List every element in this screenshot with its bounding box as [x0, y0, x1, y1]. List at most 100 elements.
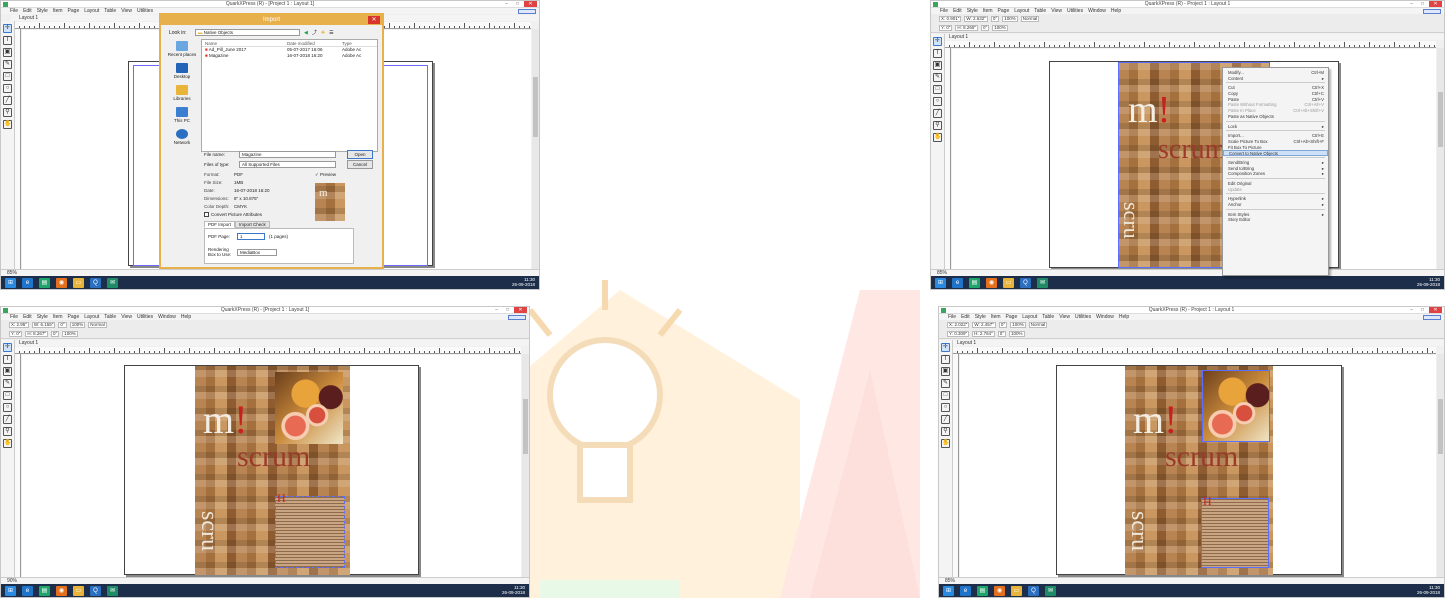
menu-edit[interactable]: Edit	[23, 8, 32, 14]
open-button[interactable]: Open	[347, 150, 373, 159]
pan-icon[interactable]: ✋	[933, 133, 942, 142]
clock[interactable]: 11:30 26-09-2018	[1417, 277, 1440, 287]
document-page[interactable]: m! scrum scru H	[124, 365, 419, 575]
scale-field[interactable]: 100%	[1002, 16, 1018, 22]
w-field[interactable]: W: 6.155"	[31, 322, 56, 328]
item-tool-icon[interactable]: ✛	[941, 343, 950, 352]
place-recent[interactable]: Recent places	[167, 41, 197, 57]
tab-pdf-import[interactable]: PDF Import	[204, 221, 236, 228]
clock[interactable]: 11:30 26-09-2018	[512, 277, 535, 287]
store-icon[interactable]: ▤	[969, 277, 980, 288]
cancel-button[interactable]: Cancel	[347, 160, 373, 169]
pan-icon[interactable]: ✋	[941, 439, 950, 448]
vertical-scrollbar[interactable]	[1437, 48, 1444, 269]
close-button[interactable]: ✕	[1429, 307, 1442, 313]
angle-field[interactable]: 0°	[990, 16, 1000, 22]
place-libraries[interactable]: Libraries	[167, 85, 197, 101]
minimize-button[interactable]: –	[1407, 1, 1416, 7]
vertical-scrollbar[interactable]	[1437, 354, 1444, 577]
maximize-button[interactable]: □	[513, 1, 522, 7]
close-button[interactable]: ✕	[524, 1, 537, 7]
menu-page[interactable]: Page	[68, 8, 80, 14]
windows-start-icon[interactable]: ⊞	[935, 277, 946, 288]
zoom-icon[interactable]: ⚲	[3, 108, 12, 117]
h-field[interactable]: H: 8.267"	[25, 331, 48, 337]
context-menu-item[interactable]: Content ▸	[1223, 76, 1328, 82]
context-menu-item[interactable]: Anchor ▸	[1223, 202, 1328, 208]
pen-tool-icon[interactable]: ✎	[3, 379, 12, 388]
oval-icon[interactable]: ○	[3, 403, 12, 412]
convert-attributes-checkbox[interactable]: Convert Picture Attributes	[204, 212, 262, 217]
close-button[interactable]: ✕	[514, 307, 527, 313]
picture-tool-icon[interactable]: ▣	[933, 61, 942, 70]
windows-start-icon[interactable]: ⊞	[5, 585, 16, 596]
pen-tool-icon[interactable]: ✎	[3, 60, 12, 69]
clock[interactable]: 11:30 26-09-2018	[502, 585, 525, 595]
picture-tool-icon[interactable]: ▣	[3, 48, 12, 57]
outlook-icon[interactable]: ✉	[107, 277, 118, 288]
line-icon[interactable]: ╱	[3, 415, 12, 424]
explorer-icon[interactable]: ▭	[1003, 277, 1014, 288]
place-network[interactable]: Network	[167, 129, 197, 145]
explorer-icon[interactable]: ▭	[73, 585, 84, 596]
col-name[interactable]: Name	[202, 40, 287, 46]
explorer-icon[interactable]: ▭	[73, 277, 84, 288]
menu-file[interactable]: File	[10, 8, 18, 14]
oval-icon[interactable]: ○	[941, 403, 950, 412]
cover-background-image[interactable]: m! scrum scru H	[195, 366, 350, 575]
windows-start-icon[interactable]: ⊞	[943, 585, 954, 596]
selection-frame[interactable]	[1202, 370, 1270, 442]
quark-icon[interactable]: Q	[90, 585, 101, 596]
y-field[interactable]: Y: 0.309"	[947, 331, 970, 337]
firefox-icon[interactable]: ◉	[986, 277, 997, 288]
angle2-field[interactable]: 0°	[997, 331, 1007, 337]
y-field[interactable]: Y: 0"	[939, 25, 953, 31]
picture-tool-icon[interactable]: ▣	[941, 367, 950, 376]
context-menu-item[interactable]: Convert to Native Objects	[1223, 150, 1328, 156]
minimize-button[interactable]: –	[502, 1, 511, 7]
pen-tool-icon[interactable]: ✎	[933, 73, 942, 82]
line-icon[interactable]: ╱	[933, 109, 942, 118]
render-dropdown[interactable]: MediaBox	[237, 248, 277, 256]
scale2-field[interactable]: 100%	[62, 331, 78, 337]
maximize-button[interactable]: □	[503, 307, 512, 313]
store-icon[interactable]: ▤	[977, 585, 988, 596]
rectangle-icon[interactable]: □	[3, 391, 12, 400]
rectangle-icon[interactable]: □	[941, 391, 950, 400]
pan-icon[interactable]: ✋	[3, 120, 12, 129]
minimize-button[interactable]: –	[1407, 307, 1416, 313]
pdf-page-input[interactable]: 1	[237, 233, 265, 240]
dialog-close-button[interactable]: ✕	[368, 16, 380, 24]
context-menu-item[interactable]: Paste as Native Objects	[1223, 114, 1328, 120]
menu-layout[interactable]: Layout	[84, 8, 99, 14]
pan-icon[interactable]: ✋	[3, 439, 12, 448]
outlook-icon[interactable]: ✉	[1037, 277, 1048, 288]
w-field[interactable]: W: 2.632"	[964, 16, 988, 22]
menu-view[interactable]: View	[121, 8, 132, 14]
minimize-button[interactable]: –	[492, 307, 501, 313]
text-tool-icon[interactable]: T	[3, 355, 12, 364]
menu-table[interactable]: Table	[104, 8, 116, 14]
tab-import-check[interactable]: Import Check	[235, 221, 270, 228]
maximize-button[interactable]: □	[1418, 1, 1427, 7]
quark-icon[interactable]: Q	[1020, 277, 1031, 288]
file-row[interactable]: ■ Magazine 16-07-2018 16:20 Adobe Ac	[202, 53, 377, 59]
preview-checkbox[interactable]: ✓ Preview	[315, 172, 336, 178]
angle2-field[interactable]: 0°	[980, 25, 990, 31]
outlook-icon[interactable]: ✉	[107, 585, 118, 596]
ie-icon[interactable]: e	[22, 585, 33, 596]
line-icon[interactable]: ╱	[3, 96, 12, 105]
item-tool-icon[interactable]: ✛	[933, 37, 942, 46]
vertical-scrollbar[interactable]	[532, 29, 539, 269]
picture-tool-icon[interactable]: ▣	[3, 367, 12, 376]
col-date[interactable]: Date modified	[287, 40, 342, 46]
layout-tab[interactable]: Layout 1	[941, 34, 1444, 40]
menu-item[interactable]: Item	[53, 8, 63, 14]
scale2-field[interactable]: 100%	[992, 25, 1008, 31]
store-icon[interactable]: ▤	[39, 585, 50, 596]
scale-field[interactable]: 100%	[1010, 322, 1026, 328]
menu-utilities[interactable]: Utilities	[137, 8, 153, 14]
col-type[interactable]: Type	[342, 40, 372, 46]
context-menu-item[interactable]: Lock ▸	[1223, 124, 1328, 130]
scale-field[interactable]: 100%	[69, 322, 86, 328]
